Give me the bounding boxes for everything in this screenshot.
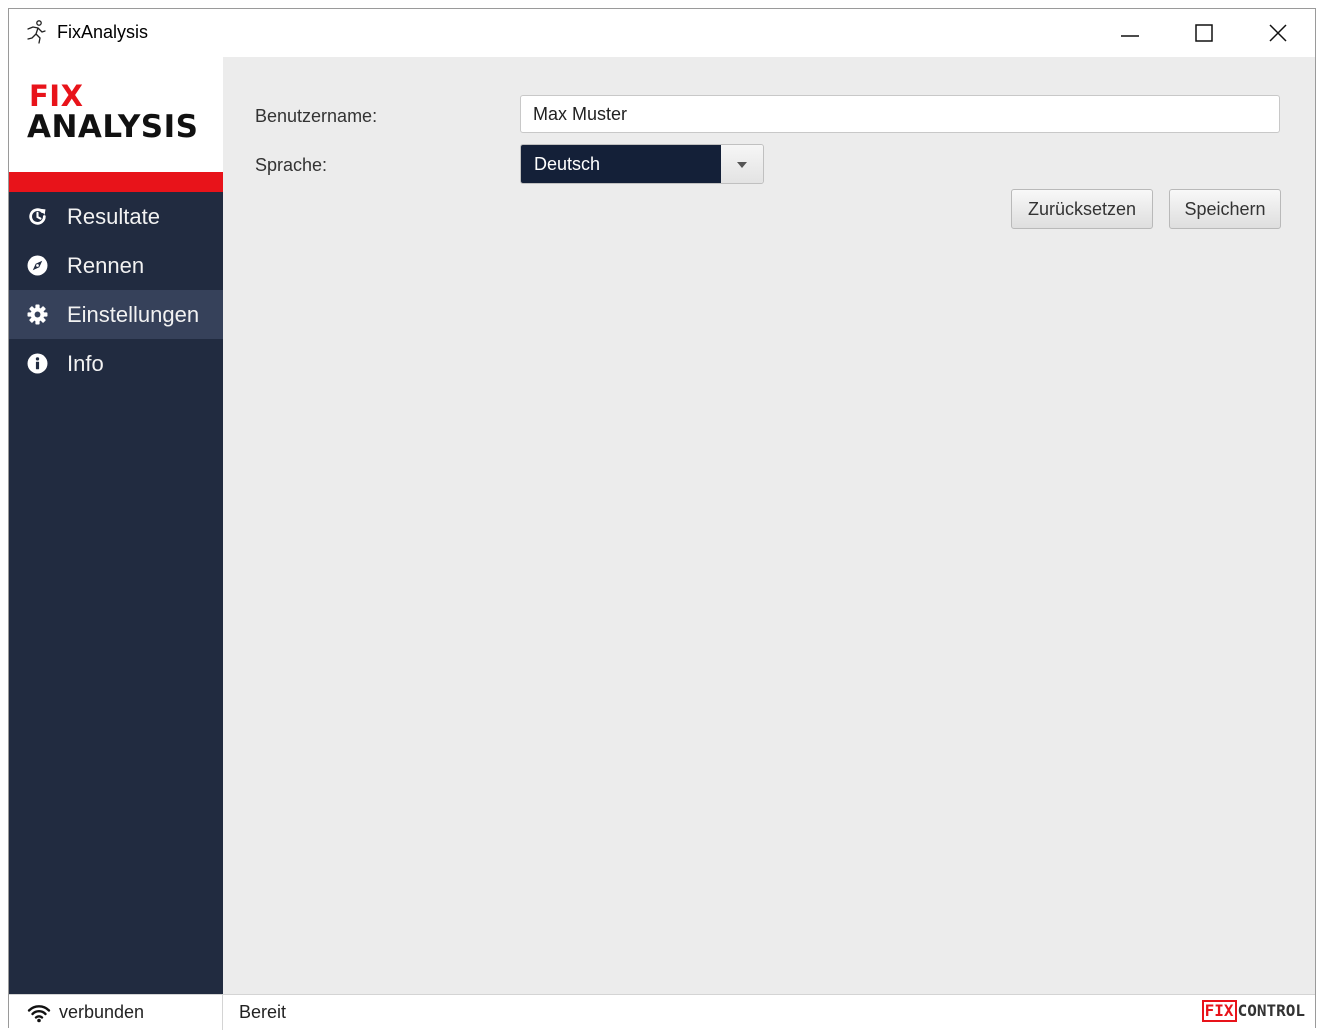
app-window: FixAnalysis FIX ANALYSIS Resultate Renne… xyxy=(8,8,1316,1030)
logo-analysis-text: ANALYSIS xyxy=(27,109,199,145)
sidebar-item-label: Info xyxy=(67,351,104,376)
logo-accent-bar xyxy=(9,172,223,192)
app-logo: FIX ANALYSIS xyxy=(9,57,223,172)
settings-panel: Benutzername: Sprache: Deutsch Zurückset… xyxy=(223,57,1315,994)
maximize-icon xyxy=(1195,24,1213,42)
logo-fix-text: FIX xyxy=(29,79,84,113)
username-input[interactable] xyxy=(520,95,1280,133)
wifi-icon xyxy=(27,1005,51,1023)
info-icon xyxy=(27,353,48,374)
sidebar-item-label: Rennen xyxy=(67,253,145,278)
history-icon xyxy=(29,208,46,225)
chevron-down-icon xyxy=(737,162,747,168)
sidebar-item-info[interactable]: Info xyxy=(9,339,223,388)
close-button[interactable] xyxy=(1241,9,1315,57)
minimize-icon xyxy=(1121,35,1139,37)
status-text: Bereit xyxy=(239,1002,287,1022)
maximize-button[interactable] xyxy=(1167,9,1241,57)
window-title: FixAnalysis xyxy=(57,22,149,42)
title-bar[interactable]: FixAnalysis xyxy=(9,9,1315,57)
language-select-arrow[interactable] xyxy=(721,145,763,183)
username-label: Benutzername: xyxy=(255,106,378,126)
status-divider xyxy=(222,995,223,1030)
fixcontrol-logo: FIX CONTROL xyxy=(1201,1000,1305,1024)
language-select[interactable]: Deutsch xyxy=(520,144,764,184)
sidebar-item-rennen[interactable]: Rennen xyxy=(9,241,223,290)
reset-button[interactable]: Zurücksetzen xyxy=(1011,189,1153,229)
gear-icon xyxy=(27,304,48,325)
language-label: Sprache: xyxy=(255,155,328,175)
save-button[interactable]: Speichern xyxy=(1169,189,1281,229)
sidebar-item-resultate[interactable]: Resultate xyxy=(9,192,223,241)
sidebar-item-label: Resultate xyxy=(67,204,160,229)
minimize-button[interactable] xyxy=(1093,9,1167,57)
connection-status: verbunden xyxy=(59,1002,145,1022)
compass-icon xyxy=(27,255,48,276)
status-bar: verbunden Bereit FIX CONTROL xyxy=(9,994,1315,1030)
close-icon xyxy=(1269,24,1287,42)
runner-icon xyxy=(27,20,46,44)
sidebar-item-einstellungen[interactable]: Einstellungen xyxy=(9,290,223,339)
sidebar-nav: Resultate Rennen Einstellungen Info xyxy=(9,192,223,388)
sidebar: FIX ANALYSIS Resultate Rennen Einstellun… xyxy=(9,57,223,994)
sidebar-item-label: Einstellungen xyxy=(67,302,200,327)
language-select-value: Deutsch xyxy=(521,145,723,183)
fixcontrol-logo-fix: FIX xyxy=(1201,1000,1237,1022)
fixcontrol-logo-control: CONTROL xyxy=(1237,1001,1305,1020)
